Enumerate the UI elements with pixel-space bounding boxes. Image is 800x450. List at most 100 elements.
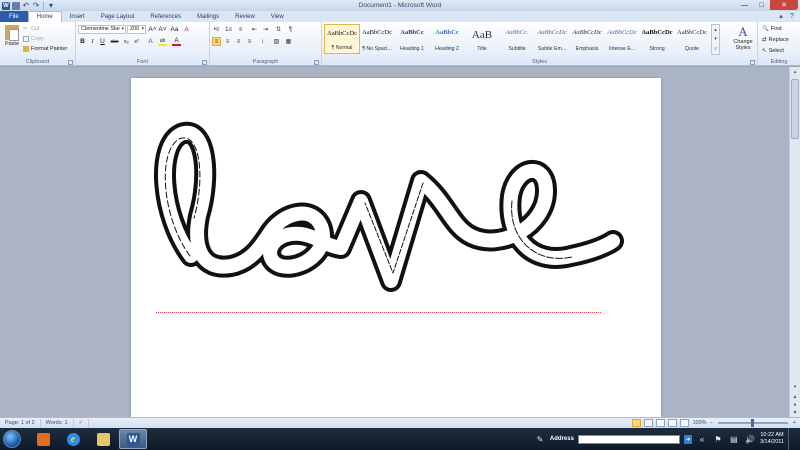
sort-button[interactable]: ⇅ [274, 25, 283, 34]
change-case-button[interactable]: Aa [170, 25, 179, 34]
style-tile[interactable]: AaBbCcDc ¶ Normal [324, 24, 360, 54]
align-center-button[interactable]: ≡ [223, 37, 232, 46]
paste-button[interactable]: Paste [3, 25, 21, 55]
clock[interactable]: 10:22 AM 3/14/2011 [760, 432, 784, 446]
style-tile[interactable]: AaBbCcDc ¶ No Spaci... [359, 24, 395, 54]
taskbar-explorer[interactable] [89, 429, 117, 449]
copy-button[interactable]: Copy [23, 35, 44, 43]
draft-view-button[interactable] [680, 419, 690, 427]
borders-button[interactable]: ▦ [284, 37, 293, 46]
undo-icon[interactable]: ↶ [22, 1, 30, 10]
customize-qat-icon[interactable]: ▾ [47, 1, 55, 10]
style-tile[interactable]: AaBbCcDc Subtle Em... [534, 24, 570, 54]
text-effects-button[interactable]: A [146, 37, 155, 46]
subscript-button[interactable]: x₂ [122, 37, 131, 46]
select-button[interactable]: ↖ Select [762, 48, 784, 54]
vertical-scrollbar[interactable]: ▴ ▾ ▲ ● ▼ [789, 67, 800, 417]
outline-view-button[interactable] [668, 419, 678, 427]
change-styles-button[interactable]: A Change Styles [730, 25, 756, 57]
volume-icon[interactable]: 🔊 [744, 433, 756, 445]
close-button[interactable]: ✕ [770, 0, 798, 10]
show-formatting-button[interactable]: ¶ [286, 25, 295, 34]
style-tile[interactable]: AaB Title [464, 24, 500, 54]
bullets-button[interactable]: •≡ [212, 25, 221, 34]
full-screen-reading-view-button[interactable] [644, 419, 654, 427]
browse-object-icon[interactable]: ● [791, 401, 799, 409]
highlight-button[interactable]: ab [158, 37, 167, 46]
show-desktop-button[interactable] [788, 428, 796, 450]
bold-button[interactable]: B [78, 37, 87, 46]
tab-file[interactable]: File [0, 11, 28, 22]
underline-button[interactable]: U [98, 37, 107, 46]
chevron-down-icon[interactable]: ▾ [714, 36, 717, 42]
align-left-button[interactable]: ≡ [212, 37, 221, 46]
tab-view[interactable]: View [263, 11, 292, 22]
previous-page-icon[interactable]: ▲ [791, 393, 799, 401]
save-icon[interactable] [12, 1, 20, 10]
taskbar-word[interactable]: W [119, 429, 147, 449]
font-size-combo[interactable]: 200 ▾ [127, 25, 146, 34]
style-tile[interactable]: AaBbCcDc Intense E... [604, 24, 640, 54]
network-icon[interactable]: ▤ [728, 433, 740, 445]
zoom-in-icon[interactable]: + [793, 420, 796, 426]
scroll-up-icon[interactable]: ▴ [791, 68, 799, 76]
tab-home[interactable]: Home [27, 11, 62, 22]
italic-button[interactable]: I [88, 37, 97, 46]
style-tile[interactable]: AaBbCcDc Emphasis [569, 24, 605, 54]
next-page-icon[interactable]: ▼ [791, 409, 799, 417]
paragraph-launcher-icon[interactable] [314, 60, 319, 65]
numbering-button[interactable]: 1≡ [224, 25, 233, 34]
zoom-level[interactable]: 100% [692, 420, 706, 426]
multilevel-list-button[interactable]: ≡ [236, 25, 245, 34]
print-layout-view-button[interactable] [632, 419, 642, 427]
style-tile[interactable]: AaBbCc Heading 1 [394, 24, 430, 54]
style-tile[interactable]: AaBbCc Heading 2 [429, 24, 465, 54]
tab-review[interactable]: Review [227, 11, 263, 22]
format-painter-button[interactable]: Format Painter [23, 45, 67, 53]
zoom-slider-knob[interactable] [750, 419, 754, 427]
redo-icon[interactable]: ↷ [32, 1, 40, 10]
style-tile[interactable]: AaBbCcDc Strong [639, 24, 675, 54]
tab-page-layout[interactable]: Page Layout [93, 11, 143, 22]
chevron-up-icon[interactable]: ▴ [714, 27, 717, 33]
style-tile[interactable]: AaBbCc. Subtitle [499, 24, 535, 54]
word-count[interactable]: Words: 1 [41, 418, 74, 428]
address-input[interactable] [577, 434, 680, 444]
zoom-out-icon[interactable]: − [710, 420, 713, 426]
styles-gallery-scroll[interactable]: ▴ ▾ ▿ [711, 24, 720, 55]
web-layout-view-button[interactable] [656, 419, 666, 427]
tab-insert[interactable]: Insert [62, 11, 93, 22]
tab-references[interactable]: References [142, 11, 189, 22]
justify-button[interactable]: ≡ [245, 37, 254, 46]
replace-button[interactable]: ⇄ Replace [762, 37, 789, 43]
clipboard-launcher-icon[interactable] [68, 60, 73, 65]
superscript-button[interactable]: x² [132, 37, 141, 46]
style-tile[interactable]: AaBbCcDc Quote [674, 24, 710, 54]
proofing-icon[interactable]: ✓ [74, 418, 90, 428]
start-button[interactable] [3, 430, 21, 448]
line-spacing-button[interactable]: ↕ [258, 37, 267, 46]
font-family-combo[interactable]: Clementine Ske ▾ [78, 25, 126, 34]
grow-font-button[interactable]: A˄ [148, 25, 157, 34]
shrink-font-button[interactable]: A˅ [158, 25, 167, 34]
strikethrough-button[interactable]: abc [110, 37, 119, 46]
styles-launcher-icon[interactable] [750, 60, 755, 65]
font-color-button[interactable]: A [172, 37, 181, 46]
page-count[interactable]: Page: 1 of 2 [0, 418, 41, 428]
maximize-button[interactable]: □ [753, 0, 770, 10]
scroll-down-icon[interactable]: ▾ [791, 383, 799, 391]
more-icon[interactable]: ▿ [714, 46, 717, 52]
cut-button[interactable]: ✂ Cut [23, 25, 40, 33]
tab-mailings[interactable]: Mailings [189, 11, 227, 22]
scroll-thumb[interactable] [791, 79, 799, 139]
minimize-ribbon-icon[interactable]: ▴ [777, 12, 785, 20]
minimize-button[interactable]: — [736, 0, 753, 10]
flag-icon[interactable]: ⚑ [712, 433, 724, 445]
go-arrow-icon[interactable]: ➜ [683, 434, 692, 444]
chevron-up-icon[interactable]: « [696, 433, 708, 445]
align-right-button[interactable]: ≡ [234, 37, 243, 46]
word-app-icon[interactable]: W [2, 1, 10, 10]
increase-indent-button[interactable]: ⇥ [261, 25, 270, 34]
action-center-icon[interactable]: ✎ [534, 433, 546, 445]
taskbar-media-player[interactable] [29, 429, 57, 449]
